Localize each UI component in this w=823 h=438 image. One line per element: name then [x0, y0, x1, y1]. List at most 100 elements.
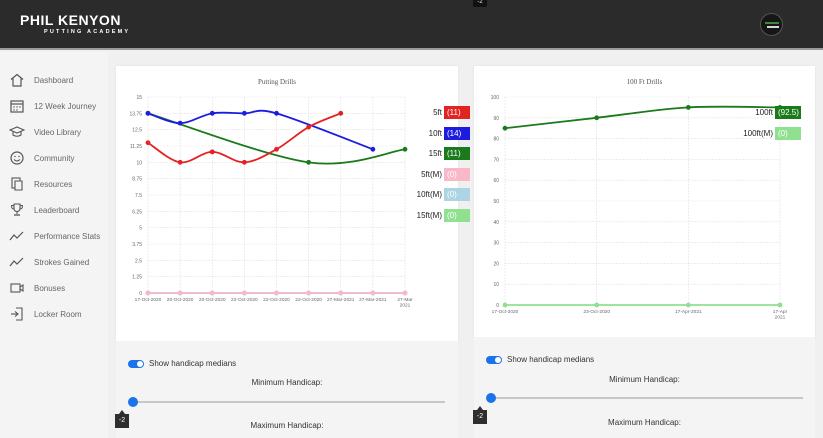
- data-point[interactable]: [274, 110, 279, 116]
- data-point[interactable]: [338, 110, 344, 116]
- sidebar-item-community[interactable]: Community: [9, 150, 74, 166]
- x-tick-label: 22-Oct-2020: [295, 297, 322, 303]
- min-handicap-slider-thumb[interactable]: [128, 397, 138, 407]
- sidebar-item-label: Resources: [34, 179, 73, 189]
- data-point[interactable]: [209, 290, 215, 296]
- x-tick-label: 27-Mar-2021: [359, 297, 387, 303]
- home-icon: [10, 73, 24, 87]
- x-tick-label: 23-Oct-2020: [583, 309, 610, 315]
- data-point[interactable]: [402, 290, 408, 296]
- y-tick-label: 60: [493, 178, 499, 184]
- show-medians-label: Show handicap medians: [507, 355, 595, 364]
- legend-item[interactable]: 15ft(M) (0): [408, 208, 470, 222]
- sidebar-item-bonuses[interactable]: Bonuses: [9, 280, 65, 296]
- legend-item[interactable]: 15ft (11): [408, 147, 470, 160]
- sidebar-item-performance-stats[interactable]: Performance Stats: [9, 228, 100, 244]
- sidebar-item-locker-room[interactable]: Locker Room: [9, 306, 82, 322]
- y-tick-label: 10: [493, 282, 499, 288]
- data-point[interactable]: [209, 110, 215, 116]
- y-tick-label: 2.5: [135, 258, 142, 264]
- series-line-15ft: [147, 112, 406, 165]
- sidebar-item-leaderboard[interactable]: Leaderboard: [9, 202, 79, 218]
- y-tick-label: 30: [493, 241, 499, 247]
- logo[interactable]: PHIL KENYON PUTTING ACADEMY: [20, 12, 130, 35]
- min-handicap-slider-track[interactable]: [133, 401, 445, 403]
- legend-item[interactable]: 100ft (92.5): [739, 106, 801, 119]
- legend-label: 5ft(M): [421, 169, 442, 179]
- data-point[interactable]: [594, 302, 600, 308]
- show-medians-toggle[interactable]: [486, 355, 502, 364]
- data-point[interactable]: [338, 290, 344, 296]
- legend-item[interactable]: 5ft (11): [408, 106, 470, 119]
- data-point[interactable]: [177, 159, 183, 165]
- y-tick-label: 12.5: [132, 128, 142, 134]
- putting-drills-chart: 15 13.75 12.5 11.25 10 8.75 7.5 6.25 5 3.75 2.5 1.2…: [129, 95, 413, 309]
- sidebar-item-resources[interactable]: Resources: [9, 176, 72, 192]
- data-point[interactable]: [685, 105, 691, 110]
- legend-item[interactable]: 10ft(M) (0): [408, 188, 470, 201]
- graduation-cap-icon: [9, 126, 25, 137]
- trend-icon: [9, 257, 24, 267]
- sidebar-item-video-library[interactable]: Video Library: [9, 124, 81, 140]
- sidebar-item-label: Dashboard: [34, 75, 74, 85]
- logo-sub-text: PUTTING ACADEMY: [44, 29, 131, 35]
- documents-icon: [11, 177, 23, 191]
- y-tick-label: 10: [136, 160, 142, 166]
- avatar[interactable]: [760, 13, 783, 36]
- logout-icon: [11, 307, 23, 321]
- sidebar-item-dashboard[interactable]: Dashboard: [9, 72, 73, 88]
- series-line-10ft: [147, 109, 374, 151]
- data-point[interactable]: [594, 115, 600, 121]
- y-tick-label: 90: [493, 116, 499, 122]
- sidebar-item-label: Performance Stats: [34, 231, 101, 241]
- data-point[interactable]: [274, 290, 279, 296]
- data-point[interactable]: [145, 140, 151, 146]
- y-tick-label: 80: [493, 137, 499, 143]
- legend-label: 15ft: [428, 149, 442, 158]
- data-point[interactable]: [241, 159, 247, 165]
- data-point[interactable]: [145, 290, 151, 296]
- show-medians-toggle[interactable]: [128, 359, 144, 368]
- y-tick-label: 20: [493, 261, 499, 267]
- data-point[interactable]: [777, 302, 783, 308]
- x-tick-label: 27-Mar 2021: [397, 297, 413, 309]
- data-point[interactable]: [306, 290, 312, 296]
- min-handicap-slider-thumb[interactable]: [486, 393, 496, 403]
- legend-label: 15ft(M): [416, 210, 442, 220]
- data-point[interactable]: [402, 146, 408, 152]
- data-point[interactable]: [177, 290, 183, 296]
- sidebar-item-label: Bonuses: [34, 283, 66, 293]
- legend-item[interactable]: 100ft(M) (0): [739, 127, 801, 140]
- sidebar-item-label: Community: [34, 153, 75, 163]
- data-point[interactable]: [502, 125, 508, 131]
- data-point[interactable]: [306, 159, 312, 165]
- x-tick-label: 17-Oct-2020: [135, 297, 162, 303]
- data-point[interactable]: [685, 302, 691, 308]
- y-tick-label: 11.25: [130, 144, 142, 150]
- data-point[interactable]: [209, 149, 215, 155]
- data-point[interactable]: [274, 146, 279, 152]
- y-tick-label: 70: [493, 157, 499, 163]
- data-point[interactable]: [370, 146, 376, 152]
- x-tick-label: 20-Oct-2020: [167, 297, 194, 303]
- y-tick-label: 15: [136, 95, 142, 101]
- video-icon: [10, 283, 24, 293]
- data-point[interactable]: [241, 290, 247, 296]
- sidebar-item-label: Video Library: [34, 127, 81, 137]
- x-tick-label: 22-Oct-2020: [231, 297, 258, 303]
- data-point[interactable]: [306, 124, 312, 130]
- sidebar: Dashboard 12 Week Journey Video Library …: [0, 52, 108, 438]
- data-point[interactable]: [502, 302, 508, 308]
- min-handicap-slider-track[interactable]: [491, 397, 803, 399]
- sidebar-item-strokes-gained[interactable]: Strokes Gained: [9, 254, 89, 270]
- legend-item[interactable]: 10ft (14): [408, 126, 470, 140]
- data-point[interactable]: [145, 110, 151, 116]
- x-tick-label: 17-Oct-2020: [492, 309, 519, 315]
- max-handicap-label: Maximum Handicap:: [250, 421, 324, 430]
- sidebar-item-12-week-journey[interactable]: 12 Week Journey: [9, 98, 96, 114]
- data-point[interactable]: [241, 110, 247, 116]
- legend-item[interactable]: 5ft(M) (0): [408, 167, 470, 181]
- legend-value-badge: (11): [444, 106, 470, 119]
- data-point[interactable]: [370, 290, 376, 296]
- data-point[interactable]: [177, 120, 183, 126]
